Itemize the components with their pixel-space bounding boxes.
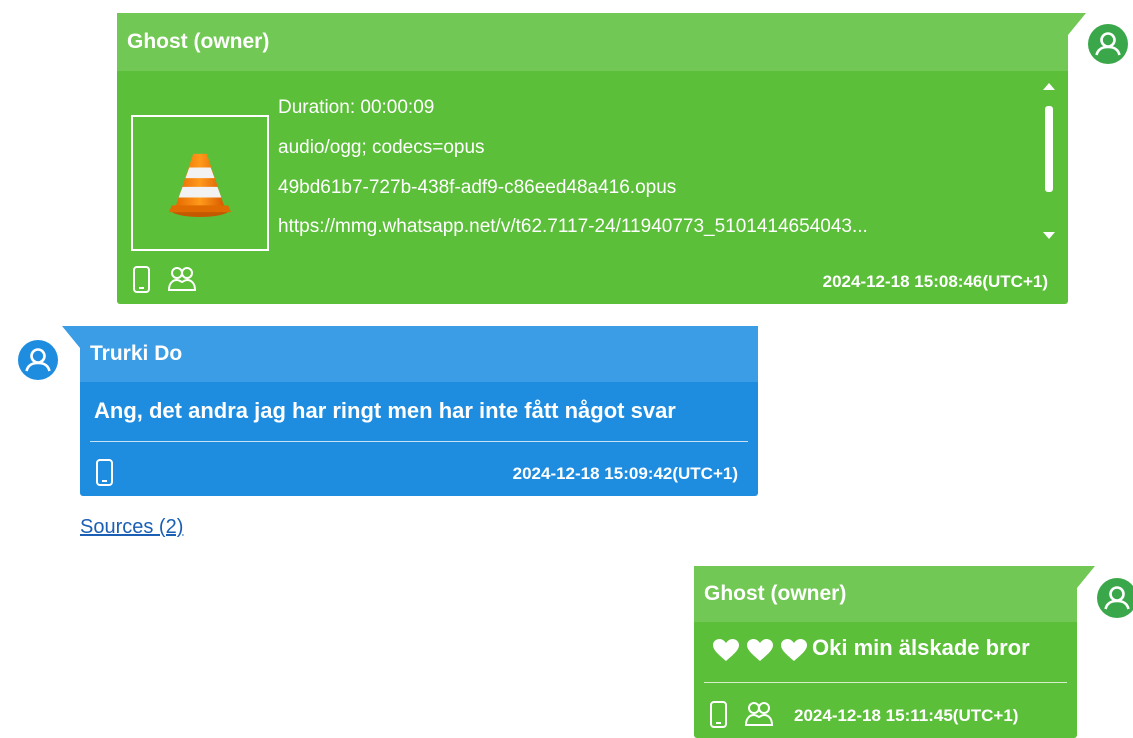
- message-divider: [704, 682, 1067, 683]
- scroll-up-icon[interactable]: [1043, 83, 1055, 90]
- heart-icon: [712, 638, 740, 662]
- message-text: Ang, det andra jag har ringt men har int…: [94, 398, 676, 423]
- owner-avatar-icon: [1097, 578, 1133, 618]
- attachment-duration: Duration: 00:00:09: [278, 97, 435, 118]
- message-header: Trurki Do: [80, 326, 758, 382]
- owner-avatar-icon: [1088, 24, 1128, 64]
- bubble-tail: [1077, 566, 1095, 588]
- phone-icon: [131, 265, 153, 295]
- scroll-down-icon[interactable]: [1043, 232, 1055, 239]
- sender-name: Ghost (owner): [704, 582, 847, 605]
- attachment-mime: audio/ogg; codecs=opus: [278, 137, 485, 158]
- group-icon: [166, 263, 198, 295]
- sender-name: Trurki Do: [90, 342, 183, 365]
- sources-link[interactable]: Sources (2): [80, 516, 183, 539]
- heart-icon: [746, 638, 774, 662]
- attachment-thumbnail[interactable]: [131, 115, 269, 251]
- phone-icon: [708, 700, 730, 730]
- message-timestamp: 2024-12-18 15:11:45(UTC+1): [794, 706, 1019, 725]
- message-header: Ghost (owner): [117, 13, 1068, 71]
- message-timestamp: 2024-12-18 15:08:46(UTC+1): [822, 272, 1048, 291]
- message-divider: [90, 441, 748, 442]
- vlc-cone-icon: [168, 153, 232, 217]
- heart-icon: [780, 638, 808, 662]
- message-bubble-contact: Trurki Do Ang, det andra jag har ringt m…: [62, 326, 758, 496]
- message-text: Oki min älskade bror: [812, 635, 1030, 660]
- bubble-tail: [1068, 13, 1086, 35]
- scroll-thumb[interactable]: [1045, 106, 1053, 192]
- group-icon: [743, 698, 775, 730]
- message-bubble-owner: Ghost (owner) Oki min älskade bror 2024-…: [694, 566, 1095, 738]
- sender-name: Ghost (owner): [127, 30, 270, 53]
- phone-icon: [94, 458, 116, 488]
- message-bubble-owner-attachment: Ghost (owner) Duration: 00:00:09 audio/o…: [117, 13, 1086, 304]
- bubble-tail: [62, 326, 80, 348]
- contact-avatar-icon: [18, 340, 58, 380]
- message-header: Ghost (owner): [694, 566, 1077, 622]
- attachment-url[interactable]: https://mmg.whatsapp.net/v/t62.7117-24/1…: [278, 216, 868, 238]
- attachment-scrollbar[interactable]: [1039, 79, 1059, 243]
- attachment-filename: 49bd61b7-727b-438f-adf9-c86eed48a416.opu…: [278, 177, 677, 198]
- message-timestamp: 2024-12-18 15:09:42(UTC+1): [512, 464, 738, 483]
